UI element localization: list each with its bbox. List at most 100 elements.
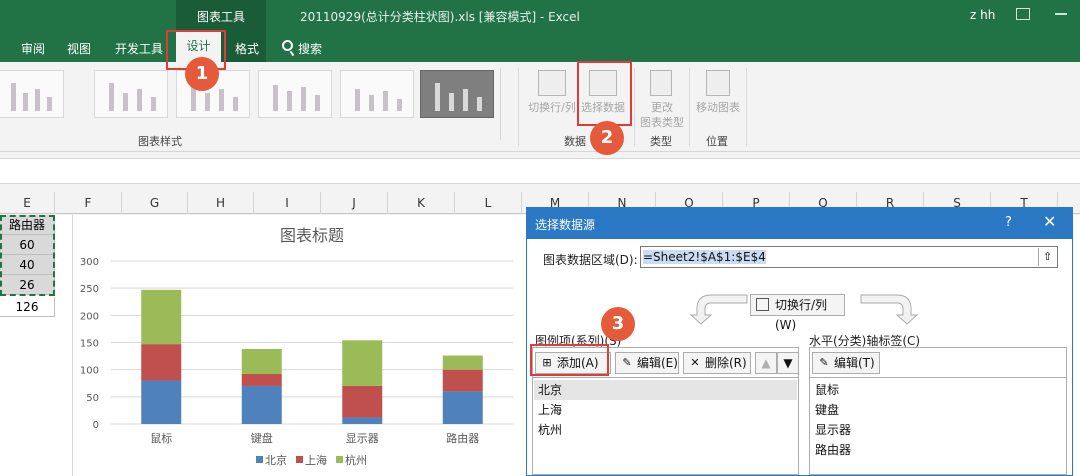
axis-labels-list[interactable]: 鼠标 键盘 显示器 路由器 xyxy=(809,377,1067,475)
tab-review[interactable]: 审阅 xyxy=(21,40,45,57)
delete-series-button[interactable]: ✕ 删除(R) xyxy=(683,352,751,374)
edit-label: 编辑(E) xyxy=(637,356,678,370)
y-tick-label: 100 xyxy=(80,366,99,377)
column-header[interactable]: H xyxy=(188,192,254,214)
cell[interactable]: 40 xyxy=(0,255,55,275)
chart-tools-label: 图表工具 xyxy=(196,10,245,24)
chart-style-thumb[interactable] xyxy=(0,70,64,118)
list-item[interactable]: 鼠标 xyxy=(811,380,1074,400)
bar-segment xyxy=(241,374,282,386)
close-icon[interactable]: ✕ xyxy=(1043,212,1056,231)
divider xyxy=(689,68,690,146)
bar-segment xyxy=(442,355,483,370)
divider xyxy=(746,68,747,146)
callout-badge: 3 xyxy=(601,307,635,341)
column-header[interactable]: J xyxy=(321,192,388,214)
legend-swatch xyxy=(256,456,263,463)
switch-row-column-button[interactable]: 切换行/列 xyxy=(524,100,580,115)
column-header[interactable]: E xyxy=(0,192,55,214)
edit-series-button[interactable]: ✎ 编辑(E) xyxy=(615,352,679,374)
x-tick-label: 鼠标 xyxy=(150,431,172,445)
add-series-button[interactable]: ⊞ 添加(A) xyxy=(535,352,611,374)
list-item[interactable]: 上海 xyxy=(534,400,797,420)
switch-icon xyxy=(756,298,769,311)
move-up-icon: ▲ xyxy=(761,356,771,370)
minimize-icon[interactable] xyxy=(1055,13,1067,15)
column-header[interactable]: L xyxy=(455,192,522,214)
bar-segment xyxy=(241,349,282,375)
chart-style-thumb-selected[interactable] xyxy=(420,70,494,118)
column-header[interactable]: F xyxy=(55,192,122,214)
move-down-button[interactable]: ▼ xyxy=(777,352,799,374)
cell[interactable]: 60 xyxy=(0,235,55,255)
group-label-type: 类型 xyxy=(650,135,672,148)
chart-svg: 图表标题 0 50 100 150 200 250 300 鼠标 键盘 显示器 路由器北京 上海 杭州 xyxy=(80,226,513,467)
chart-data-range-input[interactable]: =Sheet2!$A$1:$E$4 xyxy=(640,246,1058,268)
divider xyxy=(634,68,635,146)
bar-segment xyxy=(342,417,383,424)
change-chart-type-label-2: 图表类型 xyxy=(640,116,684,129)
chart-style-thumb[interactable] xyxy=(258,70,332,118)
switch-row-column-dialog-button[interactable]: 切换行/列(W) xyxy=(750,294,845,332)
move-up-button[interactable]: ▲ xyxy=(755,352,777,374)
collapse-range-icon[interactable]: ⇧ xyxy=(1038,248,1056,266)
formula-bar[interactable] xyxy=(0,158,1080,184)
tab-format[interactable]: 格式 xyxy=(235,40,259,57)
x-tick-label: 路由器 xyxy=(446,431,479,445)
gallery-scrollbar[interactable] xyxy=(500,68,514,140)
tab-view[interactable]: 视图 xyxy=(67,40,91,57)
legend-entry: 上海 xyxy=(305,453,327,467)
group-label-location: 位置 xyxy=(706,135,728,148)
series-list[interactable]: 北京 上海 杭州 xyxy=(532,377,799,475)
select-data-source-dialog: 选择数据源 ? ✕ 图表数据区域(D): =Sheet2!$A$1:$E$4 ⇧… xyxy=(526,207,1073,476)
select-data-button[interactable]: 选择数据 xyxy=(577,100,629,115)
curved-arrow-left-icon xyxy=(689,294,748,325)
y-tick-label: 50 xyxy=(86,393,99,404)
chart-style-thumb[interactable] xyxy=(94,70,168,118)
chart-title: 图表标题 xyxy=(280,226,344,245)
ribbon-display-options-icon[interactable] xyxy=(1016,8,1030,20)
legend-entry: 北京 xyxy=(265,453,287,467)
cell[interactable]: 26 xyxy=(0,275,55,295)
change-chart-type-button[interactable]: 更改 图表类型 xyxy=(638,100,686,130)
help-button[interactable]: ? xyxy=(1005,215,1012,230)
tab-search[interactable]: 搜索 xyxy=(298,40,322,57)
list-item[interactable]: 北京 xyxy=(534,380,797,400)
range-value: =Sheet2!$A$1:$E$4 xyxy=(643,250,766,264)
bar-segment xyxy=(342,340,383,386)
change-chart-type-label-1: 更改 xyxy=(651,101,673,114)
cell[interactable]: 126 xyxy=(0,297,55,317)
user-name[interactable]: z hh xyxy=(970,8,995,22)
delete-icon: ✕ xyxy=(690,356,700,369)
x-tick-label: 显示器 xyxy=(346,432,379,445)
list-item[interactable]: 杭州 xyxy=(534,420,797,440)
search-icon[interactable] xyxy=(282,40,293,51)
list-item[interactable]: 键盘 xyxy=(811,400,1074,420)
add-label: 添加(A) xyxy=(557,356,599,370)
column-header[interactable]: K xyxy=(388,192,455,214)
column-header[interactable]: I xyxy=(254,192,321,214)
x-tick-label: 键盘 xyxy=(251,431,273,445)
add-icon: ⊞ xyxy=(542,356,552,369)
tab-developer[interactable]: 开发工具 xyxy=(115,40,163,57)
bar-segment xyxy=(141,344,182,381)
window-title: 20110929(总计分类柱状图).xls [兼容模式] - Excel xyxy=(300,10,580,24)
edit-axis-button[interactable]: ✎ 编辑(T) xyxy=(812,352,880,374)
bar-segment xyxy=(141,289,182,345)
title-bar: 图表工具 20110929(总计分类柱状图).xls [兼容模式] - Exce… xyxy=(0,0,1080,62)
chart-style-thumb[interactable] xyxy=(340,70,414,118)
switch-row-column-icon xyxy=(538,70,566,96)
axis-edit-label: 编辑(T) xyxy=(834,356,875,370)
group-label-chart-styles: 图表样式 xyxy=(138,135,182,148)
column-header[interactable]: G xyxy=(122,192,188,214)
cell[interactable]: 路由器 xyxy=(0,215,55,235)
curved-arrow-right-icon xyxy=(860,294,919,325)
move-chart-icon xyxy=(706,70,730,96)
chart[interactable]: 图表标题 0 50 100 150 200 250 300 鼠标 键盘 显示器 路由器 北京 上海 杭州 xyxy=(72,215,526,476)
legend-entry: 杭州 xyxy=(345,453,367,467)
list-item[interactable]: 路由器 xyxy=(811,440,1074,460)
list-item[interactable]: 显示器 xyxy=(811,420,1074,440)
move-chart-button[interactable]: 移动图表 xyxy=(692,100,744,115)
ribbon: 图表样式 切换行/列 选择数据 数据 更改 图表类型 类型 移动图表 位置 xyxy=(0,62,1080,152)
legend-toolbar: ⊞ 添加(A) ✎ 编辑(E) ✕ 删除(R) ▲ ▼ xyxy=(532,347,799,377)
